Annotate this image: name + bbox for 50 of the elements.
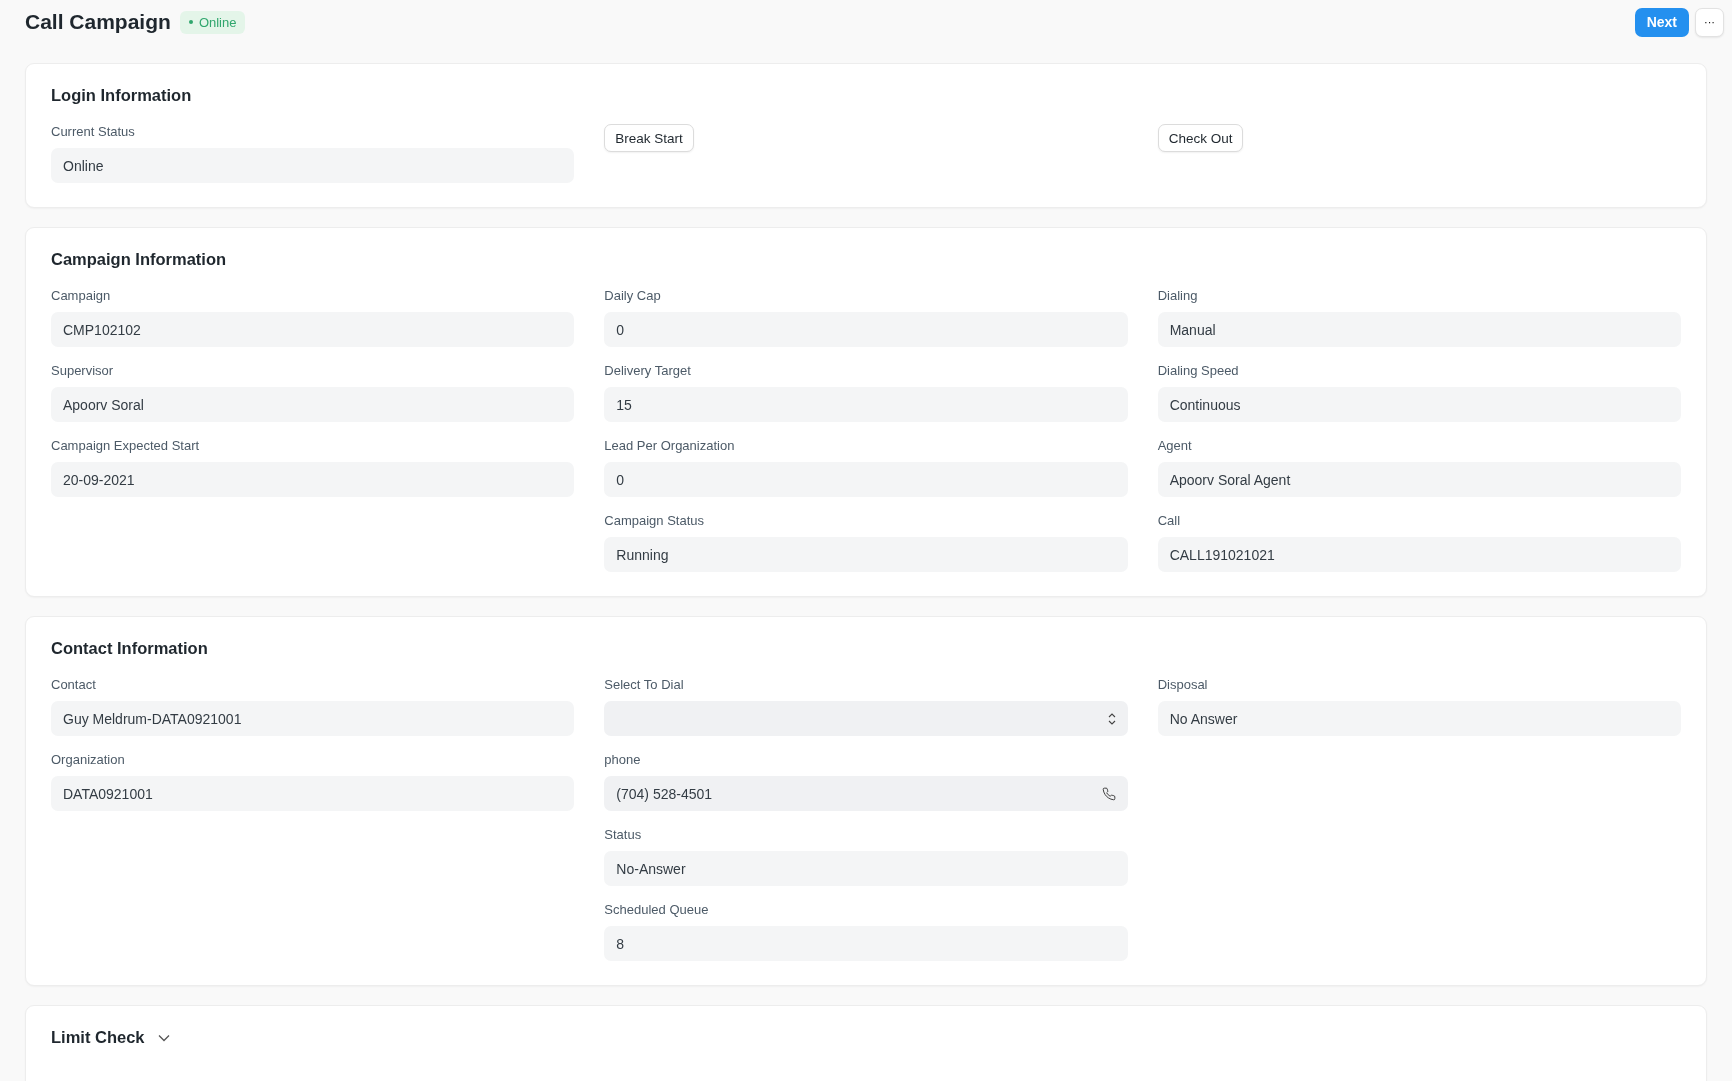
field-label: Scheduled Queue (604, 902, 709, 917)
section-title: Login Information (51, 86, 192, 105)
input-field[interactable]: No Answer (1157, 701, 1681, 736)
select-field[interactable] (604, 701, 1128, 736)
input-field[interactable]: DATA0921001 (51, 776, 575, 811)
action-button[interactable]: Break Start (604, 124, 694, 152)
input-field[interactable]: 0 (604, 312, 1128, 347)
input-field[interactable]: Apoorv Soral (51, 387, 575, 422)
field-label: Campaign Expected Start (51, 438, 200, 453)
phone-field[interactable]: (704) 528-4501 (604, 776, 1128, 811)
field-label: Campaign (51, 288, 111, 303)
field-label: Dialing Speed (1157, 363, 1239, 378)
more-menu-button[interactable]: ··· (1695, 7, 1724, 37)
input-field[interactable]: 20-09-2021 (51, 462, 575, 497)
input-field[interactable]: 0 (604, 462, 1128, 497)
input-field[interactable]: Manual (1157, 312, 1681, 347)
input-field[interactable]: 8 (604, 926, 1128, 961)
input-field[interactable]: CALL191021021 (1157, 537, 1681, 572)
field-label: Lead Per Organization (604, 438, 735, 453)
field-label: Contact (51, 677, 96, 692)
input-field[interactable]: Running (604, 537, 1128, 572)
page-title: Call Campaign (25, 10, 171, 34)
field-label: Dialing (1157, 288, 1198, 303)
sort-arrows-icon (1107, 711, 1116, 726)
status-badge: Online (179, 10, 246, 34)
chevron-down-icon[interactable] (157, 1033, 170, 1042)
field-label: Disposal (1157, 677, 1208, 692)
field-label: Delivery Target (604, 363, 691, 378)
field-label: Status (604, 827, 642, 842)
input-field[interactable]: CMP102102 (51, 312, 575, 347)
input-field[interactable]: No-Answer (604, 851, 1128, 886)
input-field[interactable]: Online (51, 148, 575, 183)
field-label: Current Status (51, 124, 135, 139)
input-field[interactable]: Guy Meldrum-DATA0921001 (51, 701, 575, 736)
action-button[interactable]: Check Out (1157, 124, 1244, 152)
field-label: Campaign Status (604, 513, 705, 528)
section-title: Contact Information (51, 639, 208, 658)
field-label: Select To Dial (604, 677, 684, 692)
input-field[interactable]: Apoorv Soral Agent (1157, 462, 1681, 497)
field-label: Organization (51, 752, 125, 767)
field-label: Daily Cap (604, 288, 661, 303)
field-label: phone (604, 752, 641, 767)
input-field[interactable]: Continuous (1157, 387, 1681, 422)
field-label: Agent (1157, 438, 1192, 453)
section-title: Limit Check (51, 1028, 145, 1047)
phone-icon[interactable] (1101, 786, 1116, 801)
field-label: Supervisor (51, 363, 114, 378)
field-label: Call (1157, 513, 1181, 528)
input-field[interactable]: 15 (604, 387, 1128, 422)
section-title: Campaign Information (51, 250, 227, 269)
